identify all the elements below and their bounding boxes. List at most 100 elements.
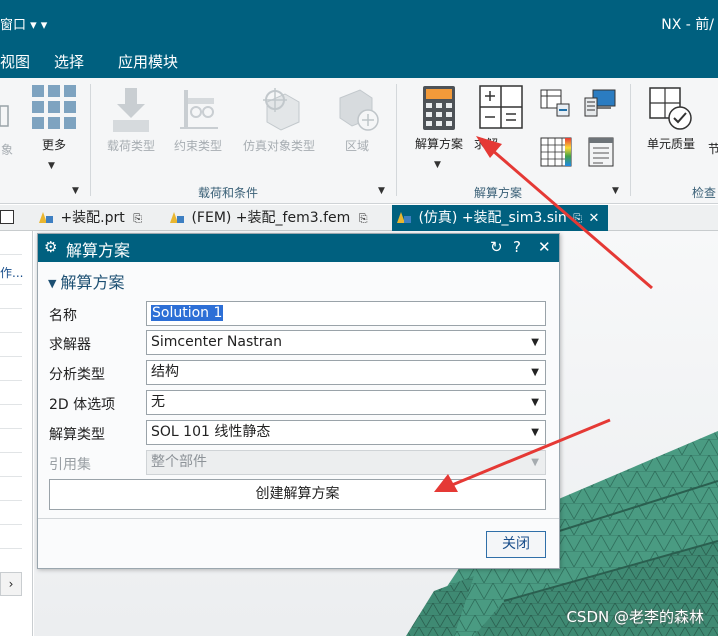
element-quality-icon bbox=[649, 87, 692, 130]
name-label: 名称 bbox=[49, 308, 77, 324]
navigator-row[interactable] bbox=[0, 333, 22, 357]
work-column-header: 作... bbox=[0, 266, 24, 280]
solution-dialog: ⚙ 解算方案 ↻ ? ✕ ▼ 解算方案 名称 Solution 1 求解器 Sim… bbox=[37, 233, 560, 569]
dropdown-arrow-icon: ▼ bbox=[531, 427, 539, 438]
navigator-row[interactable] bbox=[0, 477, 22, 501]
reset-icon[interactable]: ↻ bbox=[490, 238, 503, 256]
constraint-type-button[interactable]: 约束类型 bbox=[166, 84, 230, 154]
chevron-down-icon[interactable]: ▼ bbox=[612, 186, 619, 196]
navigator-row[interactable] bbox=[0, 285, 22, 309]
menu-select[interactable]: 选择 bbox=[54, 51, 84, 72]
title-bar: 窗口 ▾ ▾ NX - 前/ bbox=[0, 0, 718, 44]
chevron-down-icon[interactable]: ▼ bbox=[72, 186, 79, 196]
navigator-row[interactable] bbox=[0, 429, 22, 453]
body-2d-select[interactable]: 无 ▼ bbox=[146, 390, 546, 415]
solution-button[interactable]: 解算方案 ▼ bbox=[408, 84, 470, 170]
scroll-right-button[interactable]: › bbox=[0, 572, 22, 596]
chevron-down-icon: ▼ bbox=[48, 161, 55, 171]
monitor-icon bbox=[584, 89, 616, 117]
close-icon[interactable]: ✕ bbox=[538, 238, 551, 256]
region-button[interactable]: 区域 bbox=[328, 84, 386, 154]
dialog-title-bar: ⚙ 解算方案 ↻ ? ✕ bbox=[38, 234, 559, 262]
navigator-row[interactable] bbox=[0, 453, 22, 477]
part-file-icon bbox=[39, 212, 53, 223]
tab-part[interactable]: +装配.prt ⎘ bbox=[34, 205, 158, 231]
section-header[interactable]: ▼ 解算方案 bbox=[48, 269, 124, 293]
ribbon: 象 更多 ▼ 载荷类型 约束类型 仿真对象类型 区域 ▼ 载荷和条件 ▼ 解算方… bbox=[0, 78, 718, 204]
report-button[interactable] bbox=[584, 136, 618, 171]
solve-button[interactable]: 求解 bbox=[474, 84, 528, 152]
edit-solution-icon bbox=[540, 89, 570, 117]
window-menu[interactable]: 窗口 ▾ ▾ bbox=[0, 14, 47, 33]
menu-applications[interactable]: 应用模块 bbox=[118, 51, 178, 72]
navigator-row[interactable] bbox=[0, 309, 22, 333]
group-title-loads: 载荷和条件 bbox=[198, 186, 259, 200]
dialog-divider bbox=[38, 518, 559, 519]
solver-monitor-button[interactable] bbox=[582, 88, 618, 121]
sim-object-type-button[interactable]: 仿真对象类型 bbox=[234, 84, 324, 154]
solution-attributes-button[interactable] bbox=[538, 88, 574, 121]
sim-object-icon bbox=[263, 88, 300, 131]
dropdown-arrow-icon: ▼ bbox=[531, 337, 539, 348]
close-icon[interactable]: ✕ bbox=[589, 211, 600, 226]
element-quality-button[interactable]: 单元质量 bbox=[640, 84, 702, 152]
navigator-row[interactable] bbox=[0, 381, 22, 405]
load-arrow-icon bbox=[113, 88, 149, 132]
solver-select[interactable]: Simcenter Nastran ▼ bbox=[146, 330, 546, 355]
reference-set-select: 整个部件 ▼ bbox=[146, 450, 546, 475]
partial-right-button[interactable]: 节 bbox=[708, 140, 718, 157]
app-title: NX - 前/ bbox=[661, 17, 714, 33]
create-solution-button[interactable]: 创建解算方案 bbox=[49, 479, 546, 510]
more-button[interactable]: 更多 ▼ bbox=[28, 83, 80, 171]
collapse-triangle-icon: ▼ bbox=[48, 277, 57, 290]
file-status-icon: ⎘ bbox=[133, 212, 143, 225]
ribbon-separator bbox=[630, 84, 631, 196]
navigator-row[interactable] bbox=[0, 231, 22, 255]
dropdown-arrow-icon: ▼ bbox=[531, 457, 539, 468]
region-icon bbox=[339, 89, 379, 131]
solution-type-label: 解算类型 bbox=[49, 427, 105, 443]
name-input[interactable]: Solution 1 bbox=[146, 301, 546, 326]
group-title-check: 检查 bbox=[692, 186, 717, 200]
file-status-icon: ⎘ bbox=[573, 212, 583, 225]
menu-bar: 视图 选择 应用模块 bbox=[0, 44, 718, 78]
tab-sim[interactable]: (仿真) +装配_sim3.sin ⎘ ✕ bbox=[392, 205, 608, 231]
navigator-panel: 作... › bbox=[0, 231, 33, 636]
analysis-type-label: 分析类型 bbox=[49, 367, 105, 383]
ribbon-separator bbox=[396, 84, 397, 196]
fem-file-icon bbox=[170, 212, 184, 223]
tab-fem[interactable]: (FEM) +装配_fem3.fem ⎘ bbox=[165, 205, 390, 231]
constraint-icon bbox=[180, 90, 218, 129]
partial-left-button[interactable]: 象 bbox=[0, 84, 14, 158]
navigator-row[interactable] bbox=[0, 357, 22, 381]
help-icon[interactable]: ? bbox=[513, 238, 521, 256]
navigator-row[interactable] bbox=[0, 525, 22, 549]
document-icon bbox=[588, 137, 614, 167]
chevron-down-icon: ▼ bbox=[434, 160, 441, 170]
close-button[interactable]: 关闭 bbox=[486, 531, 546, 558]
dropdown-arrow-icon: ▼ bbox=[531, 397, 539, 408]
dialog-title: 解算方案 bbox=[66, 241, 131, 260]
partial-icon bbox=[0, 105, 9, 127]
dropdown-arrow-icon: ▼ bbox=[531, 367, 539, 378]
load-type-button[interactable]: 载荷类型 bbox=[100, 84, 162, 154]
solution-type-select[interactable]: SOL 101 线性静态 ▼ bbox=[146, 420, 546, 445]
gear-icon[interactable]: ⚙ bbox=[44, 238, 57, 256]
solver-label: 求解器 bbox=[49, 337, 91, 353]
sim-file-icon bbox=[397, 212, 411, 223]
menu-view[interactable]: 视图 bbox=[0, 51, 30, 72]
calculator-icon bbox=[423, 86, 455, 130]
reference-set-label: 引用集 bbox=[49, 457, 91, 473]
ribbon-separator bbox=[90, 84, 91, 196]
navigator-toggle-icon[interactable] bbox=[0, 210, 14, 224]
navigator-row[interactable] bbox=[0, 501, 22, 525]
file-status-icon: ⎘ bbox=[358, 212, 368, 225]
grid-icon bbox=[32, 85, 76, 129]
results-table-button[interactable] bbox=[538, 136, 574, 171]
body-2d-label: 2D 体选项 bbox=[49, 397, 116, 413]
watermark: CSDN @老李的森林 bbox=[566, 608, 704, 626]
analysis-type-select[interactable]: 结构 ▼ bbox=[146, 360, 546, 385]
chevron-down-icon[interactable]: ▼ bbox=[378, 186, 385, 196]
group-title-solution: 解算方案 bbox=[474, 186, 523, 200]
navigator-row[interactable] bbox=[0, 405, 22, 429]
